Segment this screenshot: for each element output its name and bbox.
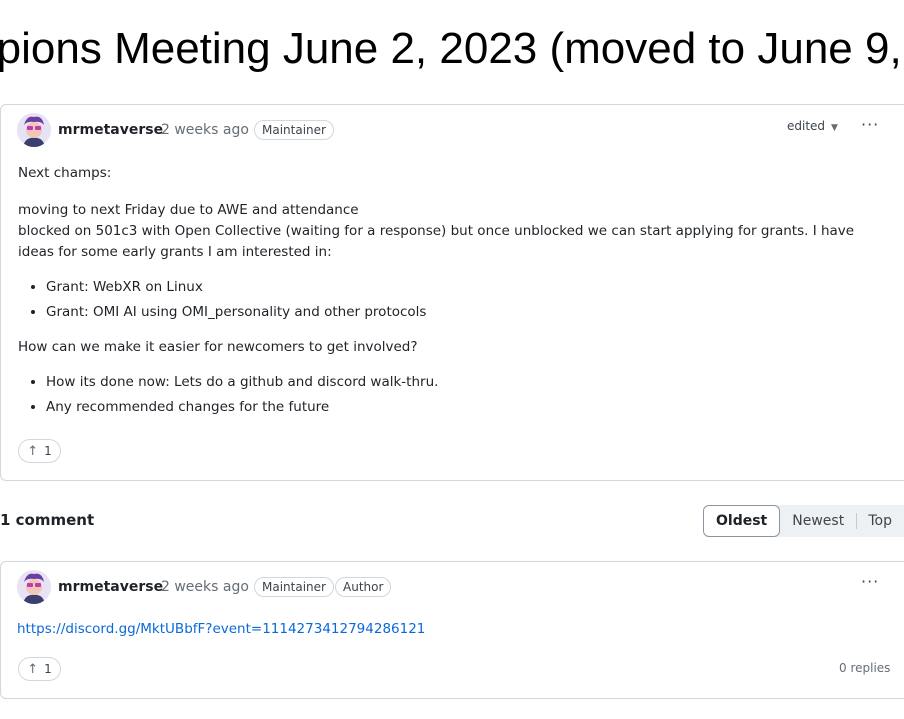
paragraph: How can we make it easier for newcomers … <box>18 339 418 355</box>
grant-list: Grant: WebXR on Linux Grant: OMI AI usin… <box>18 275 888 325</box>
page-title: mpions Meeting June 2, 2023 (moved to Ju… <box>0 24 904 73</box>
upvote-button[interactable]: ↑ 1 <box>18 439 61 463</box>
list-item: Grant: WebXR on Linux <box>46 275 888 300</box>
author-name[interactable]: mrmetaverse <box>58 122 163 138</box>
caret-down-icon: ▼ <box>831 123 838 133</box>
discord-link[interactable]: https://discord.gg/MktUBbfF?event=111427… <box>17 621 425 637</box>
edited-label: edited <box>787 119 826 133</box>
upvote-button[interactable]: ↑ 1 <box>18 657 61 681</box>
replies-count[interactable]: 0 replies <box>839 661 890 675</box>
arrow-up-icon: ↑ <box>27 443 39 459</box>
discussion-post: mrmetaverse 2 weeks ago Maintainer edite… <box>0 104 904 481</box>
list-item: Any recommended changes for the future <box>46 395 888 420</box>
timestamp[interactable]: 2 weeks ago <box>161 579 249 595</box>
maintainer-badge: Maintainer <box>254 120 334 140</box>
author-name[interactable]: mrmetaverse <box>58 579 163 595</box>
edited-dropdown[interactable]: edited ▼ <box>787 119 838 133</box>
maintainer-badge: Maintainer <box>254 577 334 597</box>
paragraph: moving to next Friday due to AWE and att… <box>18 200 888 263</box>
list-item: Grant: OMI AI using OMI_personality and … <box>46 300 888 325</box>
sort-newest-button[interactable]: Newest <box>780 513 856 529</box>
sort-toggle: Oldest Newest Top <box>703 505 904 537</box>
arrow-up-icon: ↑ <box>27 661 39 677</box>
more-options-icon[interactable]: ··· <box>861 572 879 591</box>
newcomer-list: How its done now: Lets do a github and d… <box>18 370 888 420</box>
avatar-icon <box>17 113 51 147</box>
sort-oldest-button[interactable]: Oldest <box>703 505 781 537</box>
list-item: How its done now: Lets do a github and d… <box>46 370 888 395</box>
upvote-count: 1 <box>44 662 52 676</box>
post-body: Next champs: moving to next Friday due t… <box>18 163 888 420</box>
timestamp[interactable]: 2 weeks ago <box>161 122 249 138</box>
avatar[interactable] <box>17 570 51 604</box>
text-line: moving to next Friday due to AWE and att… <box>18 202 359 218</box>
author-badge: Author <box>335 577 392 597</box>
upvote-count: 1 <box>44 444 52 458</box>
avatar-icon <box>17 570 51 604</box>
sort-top-button[interactable]: Top <box>856 513 904 529</box>
paragraph: Next champs: <box>18 165 112 181</box>
text-line: blocked on 501c3 with Open Collective (w… <box>18 223 855 260</box>
more-options-icon[interactable]: ··· <box>861 115 879 134</box>
comments-count: 1 comment <box>0 511 95 529</box>
avatar[interactable] <box>17 113 51 147</box>
